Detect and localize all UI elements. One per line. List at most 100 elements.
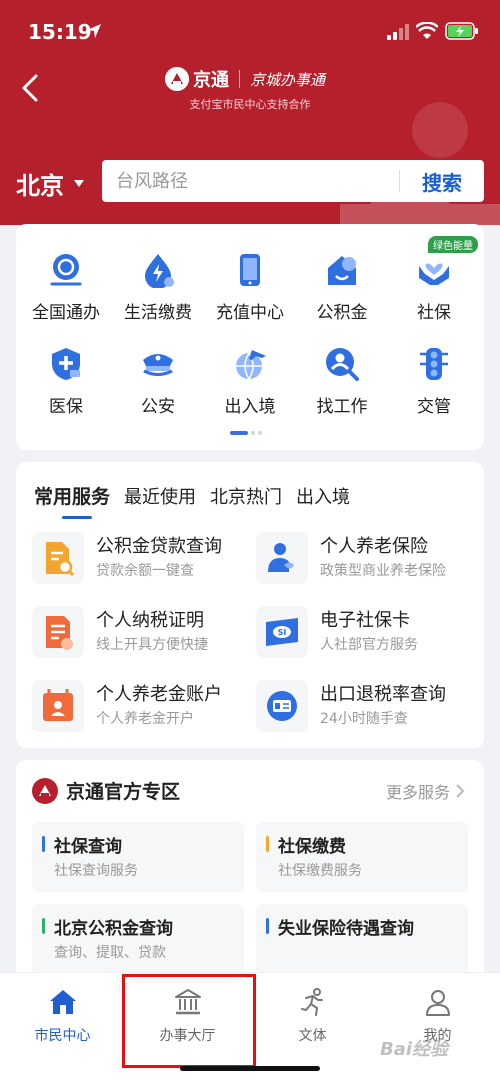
service-title: 出口退税率查询 xyxy=(320,684,446,705)
tab-common-services[interactable]: 常用服务 xyxy=(34,482,110,519)
battery-charging-icon xyxy=(445,22,478,40)
watermark: Bai经验 xyxy=(380,1039,449,1060)
zone-item-beijing-fund-query[interactable]: 北京公积金查询 查询、提取、贷款 xyxy=(32,904,244,974)
grid-label: 找工作 xyxy=(316,397,368,417)
grid-item-recharge[interactable]: 充值中心 xyxy=(204,252,296,344)
hands-heart-icon xyxy=(419,263,449,285)
grid-label: 医保 xyxy=(49,397,83,417)
grid-item-housing-fund[interactable]: 公积金 xyxy=(296,252,388,344)
jingtong-logo-icon xyxy=(32,778,58,804)
wifi-icon xyxy=(416,22,438,39)
traffic-light-icon xyxy=(420,348,448,380)
caret-down-icon xyxy=(74,179,84,187)
page-indicator xyxy=(230,431,262,435)
zone-title: 京通官方专区 xyxy=(66,781,181,803)
nav-service-hall[interactable]: 办事大厅 xyxy=(125,983,250,1047)
service-item-pension-insurance[interactable]: 个人养老保险 政策型商业养老保险 xyxy=(256,528,471,590)
zone-item-unemployment-query[interactable]: 失业保险待遇查询 xyxy=(256,904,468,974)
nav-label: 市民中心 xyxy=(34,1028,91,1044)
grid-item-traffic[interactable]: 交管 xyxy=(388,346,480,438)
status-bar: 15:19 xyxy=(0,0,500,62)
green-energy-badge: 绿色能量 xyxy=(428,236,478,253)
status-time: 15:19 xyxy=(28,20,92,44)
more-services-link[interactable]: 更多服务 xyxy=(386,779,466,803)
calendar-person-icon xyxy=(32,680,84,732)
zone-item-desc: 社保查询服务 xyxy=(54,863,138,879)
more-services-label: 更多服务 xyxy=(385,783,450,802)
grid-label: 出入境 xyxy=(224,397,276,417)
zone-item-title: 社保查询 xyxy=(54,837,122,857)
zone-item-social-security-query[interactable]: 社保查询 社保查询服务 xyxy=(32,822,244,892)
tab-recently-used[interactable]: 最近使用 xyxy=(124,483,196,509)
city-selector[interactable]: 北京 xyxy=(16,166,84,201)
grid-item-social-security[interactable]: 社保 xyxy=(388,252,480,344)
grid-label: 公积金 xyxy=(316,303,368,323)
service-desc: 线上开具方便快捷 xyxy=(96,637,208,653)
service-item-export-tax-rate[interactable]: 出口退税率查询 24小时随手查 xyxy=(256,676,471,738)
cellular-signal-icon xyxy=(387,24,409,40)
service-item-fund-loan-query[interactable]: 公积金贷款查询 贷款余额一键查 xyxy=(32,528,247,590)
search-input[interactable] xyxy=(116,160,386,202)
id-card-icon xyxy=(256,680,308,732)
person-search-icon xyxy=(326,348,359,381)
globe-service-icon xyxy=(50,254,82,286)
brand-slogan: 京城办事通 xyxy=(250,70,326,89)
grid-label: 生活缴费 xyxy=(124,303,192,323)
service-desc: 个人养老金开户 xyxy=(96,711,194,727)
running-person-icon xyxy=(301,988,323,1016)
zone-item-accent-bar xyxy=(266,836,269,852)
service-title: 个人养老金账户 xyxy=(96,684,222,705)
service-title: 个人纳税证明 xyxy=(96,610,204,631)
home-icon xyxy=(50,990,76,1014)
service-desc: 24小时随手查 xyxy=(320,711,408,727)
tax-document-icon xyxy=(32,606,84,658)
grid-item-medical-insurance[interactable]: 医保 xyxy=(20,346,112,438)
service-desc: 政策型商业养老保险 xyxy=(320,563,446,579)
zone-item-desc: 社保缴费服务 xyxy=(278,863,362,879)
tab-beijing-hot[interactable]: 北京热门 xyxy=(210,483,282,509)
user-icon xyxy=(426,990,450,1016)
service-item-pension-account[interactable]: 个人养老金账户 个人养老金开户 xyxy=(32,676,247,738)
zone-item-title: 北京公积金查询 xyxy=(54,919,173,939)
service-item-e-social-card[interactable]: SI 电子社保卡 人社部官方服务 xyxy=(256,602,471,664)
document-search-icon xyxy=(32,532,84,584)
common-services-card: 常用服务 最近使用 北京热门 出入境 公积金贷款查询 贷款余额一键查 个人养老保… xyxy=(16,462,484,748)
brand-divider xyxy=(239,70,240,88)
service-tabs: 常用服务 最近使用 北京热门 出入境 xyxy=(34,482,350,519)
service-item-tax-certificate[interactable]: 个人纳税证明 线上开具方便快捷 xyxy=(32,602,247,664)
grid-item-nationwide[interactable]: 全国通办 xyxy=(20,252,112,344)
page-dot xyxy=(251,431,255,435)
zone-item-accent-bar xyxy=(266,918,269,934)
service-desc: 人社部官方服务 xyxy=(320,637,418,653)
zone-item-accent-bar xyxy=(42,836,45,852)
police-cap-icon xyxy=(143,354,173,376)
grid-item-job-search[interactable]: 找工作 xyxy=(296,346,388,438)
search-button[interactable]: 搜索 xyxy=(402,160,482,202)
house-fund-icon xyxy=(328,256,356,285)
search-divider xyxy=(399,170,400,192)
nav-citizen-center[interactable]: 市民中心 xyxy=(0,983,125,1047)
location-arrow-icon xyxy=(87,24,101,38)
page-dot xyxy=(258,431,262,435)
person-insurance-icon xyxy=(256,532,308,584)
jingtong-logo-icon xyxy=(165,67,189,91)
grid-label: 全国通办 xyxy=(32,303,100,323)
zone-item-accent-bar xyxy=(42,918,45,934)
grid-label: 社保 xyxy=(417,303,451,323)
svg-text:SI: SI xyxy=(278,628,287,637)
zone-item-desc: 查询、提取、贷款 xyxy=(54,945,166,961)
zone-item-title: 失业保险待遇查询 xyxy=(278,919,414,939)
grid-item-exit-entry[interactable]: 出入境 xyxy=(204,346,296,438)
service-title: 公积金贷款查询 xyxy=(96,536,222,557)
phone-icon xyxy=(240,254,260,286)
tab-exit-entry[interactable]: 出入境 xyxy=(296,483,350,509)
airplane-globe-icon xyxy=(236,350,266,380)
service-title: 个人养老保险 xyxy=(320,536,428,557)
grid-item-utilities[interactable]: 生活缴费 xyxy=(112,252,204,344)
zone-item-title: 社保缴费 xyxy=(278,837,346,857)
nav-culture-sports[interactable]: 文体 xyxy=(250,983,375,1047)
grid-item-police[interactable]: 公安 xyxy=(112,346,204,438)
zone-item-social-security-payment[interactable]: 社保缴费 社保缴费服务 xyxy=(256,822,468,892)
service-desc: 贷款余额一键查 xyxy=(96,563,194,579)
nav-label: 办事大厅 xyxy=(159,1028,216,1044)
